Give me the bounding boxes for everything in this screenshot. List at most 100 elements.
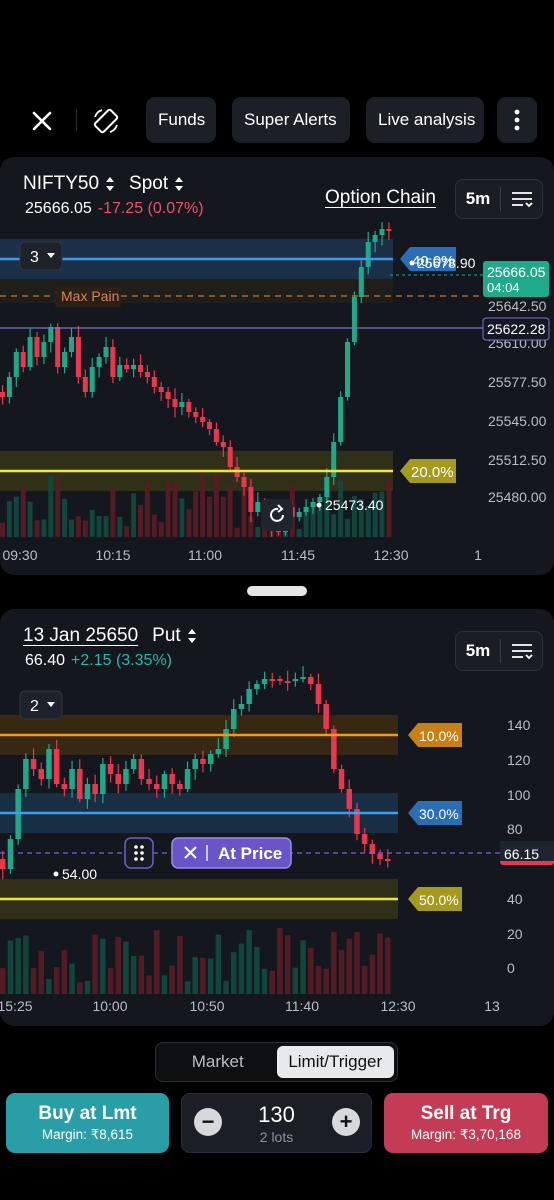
yellow-level-tag[interactable]: 20.0% [400, 459, 456, 483]
rotate-screen-button[interactable] [86, 101, 126, 141]
timeframe-selector[interactable]: 5m [455, 179, 543, 219]
volume-bar [103, 516, 109, 537]
volume-bar [53, 967, 60, 994]
volume-bar [89, 509, 95, 537]
quantity-stepper: − 130 2 lots + [181, 1093, 372, 1153]
candle-body [186, 402, 192, 412]
yellow-level-tag[interactable]: 50.0% [408, 887, 462, 911]
x-axis-tick: 12:30 [373, 547, 408, 563]
volume-bar [179, 498, 185, 537]
candle-body [69, 769, 75, 789]
candle-body [38, 769, 44, 779]
volume-bar [169, 965, 175, 994]
option-ltp: 66.40 [25, 652, 66, 669]
option-chain-link[interactable]: Option Chain [325, 187, 436, 209]
candle-body [317, 497, 323, 502]
candle-body [324, 477, 330, 497]
layer-selector[interactable]: 3 [19, 241, 63, 271]
toolbar-divider [76, 109, 77, 131]
volume-bar [227, 485, 233, 537]
candle-body [123, 769, 129, 784]
volume-bar [41, 519, 47, 537]
close-button[interactable] [22, 101, 62, 141]
spot-price-row: 25666.05 -17.25 (0.07%) [25, 200, 204, 218]
instrument-type: Spot [129, 173, 169, 194]
volume-bar [34, 520, 40, 537]
order-type-limit-trigger[interactable]: Limit/Trigger [276, 1046, 394, 1078]
x-axis-tick: 13 [484, 998, 500, 1014]
candle-body [177, 784, 183, 789]
candle-body [220, 442, 226, 447]
increase-quantity-button[interactable]: + [332, 1108, 360, 1136]
spot-chart[interactable]: 3 Max Pain 40.0% 25678.90 20.0% 25642.50… [0, 157, 554, 575]
timeframe-selector[interactable]: 5m [455, 631, 543, 671]
symbol-selector[interactable]: NIFTY50 Spot [23, 173, 184, 195]
candle-body [48, 327, 54, 342]
x-axis-tick: 10:50 [189, 998, 224, 1014]
blue-level-value: 25678.90 [417, 255, 476, 271]
volume-bar [15, 937, 21, 994]
candle-body [124, 365, 130, 369]
candle-body [20, 352, 26, 367]
volume-bar [331, 931, 337, 994]
candle-body [292, 679, 299, 681]
volume-bar [62, 498, 68, 537]
volume-bar [296, 528, 302, 537]
more-options-button[interactable] [497, 97, 537, 143]
option-chart[interactable]: 2 10.0% 30.0% 50.0% At Price 54.00 14012… [0, 609, 554, 1026]
y-axis-tick: 25512.50 [488, 452, 547, 468]
candle-body [7, 839, 14, 869]
close-icon [32, 111, 52, 131]
candle-body [34, 337, 40, 357]
y-axis-tick: 25480.00 [488, 489, 547, 505]
candle-body [172, 399, 178, 407]
volume-bar [123, 941, 129, 994]
funds-label: Funds [158, 110, 206, 129]
candle-body [110, 347, 116, 377]
volume-bar [234, 527, 240, 537]
order-drag-handle[interactable] [124, 837, 154, 869]
blue-level-tag[interactable]: 30.0% [408, 801, 462, 825]
option-selector[interactable]: 13 Jan 25650 Put [23, 625, 197, 647]
candle-body [361, 834, 368, 844]
candle-body [300, 677, 306, 679]
sell-button[interactable]: Sell at Trg Margin: ₹3,70,168 [384, 1093, 548, 1153]
live-analysis-button[interactable]: Live analysis [366, 97, 484, 143]
volume-bar [323, 968, 329, 994]
live-analysis-label: Live analysis [378, 110, 476, 129]
volume-bar [345, 518, 350, 537]
timeframe-label: 5m [465, 189, 491, 208]
buy-margin: Margin: ₹8,615 [41, 1127, 134, 1142]
candle-body [117, 365, 123, 377]
x-axis-tick: 12:30 [380, 998, 415, 1014]
funds-button[interactable]: Funds [146, 97, 216, 143]
at-price-order-tag[interactable]: At Price [171, 837, 292, 869]
super-alerts-button[interactable]: Super Alerts [232, 97, 350, 143]
volume-bar [96, 515, 102, 537]
candle-body [215, 749, 222, 754]
orange-level-tag[interactable]: 10.0% [408, 723, 462, 747]
indicator-settings-button[interactable] [501, 642, 542, 660]
volume-bar [13, 496, 19, 537]
volume-bar [0, 522, 5, 537]
candle-body [151, 377, 157, 387]
volume-bar [82, 520, 88, 537]
volume-bar [115, 937, 121, 994]
panel-resize-handle[interactable] [247, 586, 307, 596]
indicator-settings-button[interactable] [501, 190, 542, 208]
candle-body [213, 429, 219, 442]
layer-selector[interactable]: 2 [19, 690, 63, 720]
candle-body [13, 352, 19, 377]
candle-body [255, 502, 261, 512]
volume-bar [131, 493, 137, 537]
current-price-value: 25666.05 [487, 264, 546, 280]
volume-bar [215, 934, 222, 994]
buy-button[interactable]: Buy at Lmt Margin: ₹8,615 [6, 1093, 169, 1153]
candle-body [200, 759, 206, 764]
volume-bar [84, 980, 91, 994]
reset-chart-button[interactable] [261, 499, 293, 531]
order-type-market[interactable]: Market [159, 1046, 277, 1078]
candle-body [96, 357, 102, 367]
x-axis-tick: 15:25 [0, 998, 33, 1014]
candle-body [165, 392, 171, 399]
